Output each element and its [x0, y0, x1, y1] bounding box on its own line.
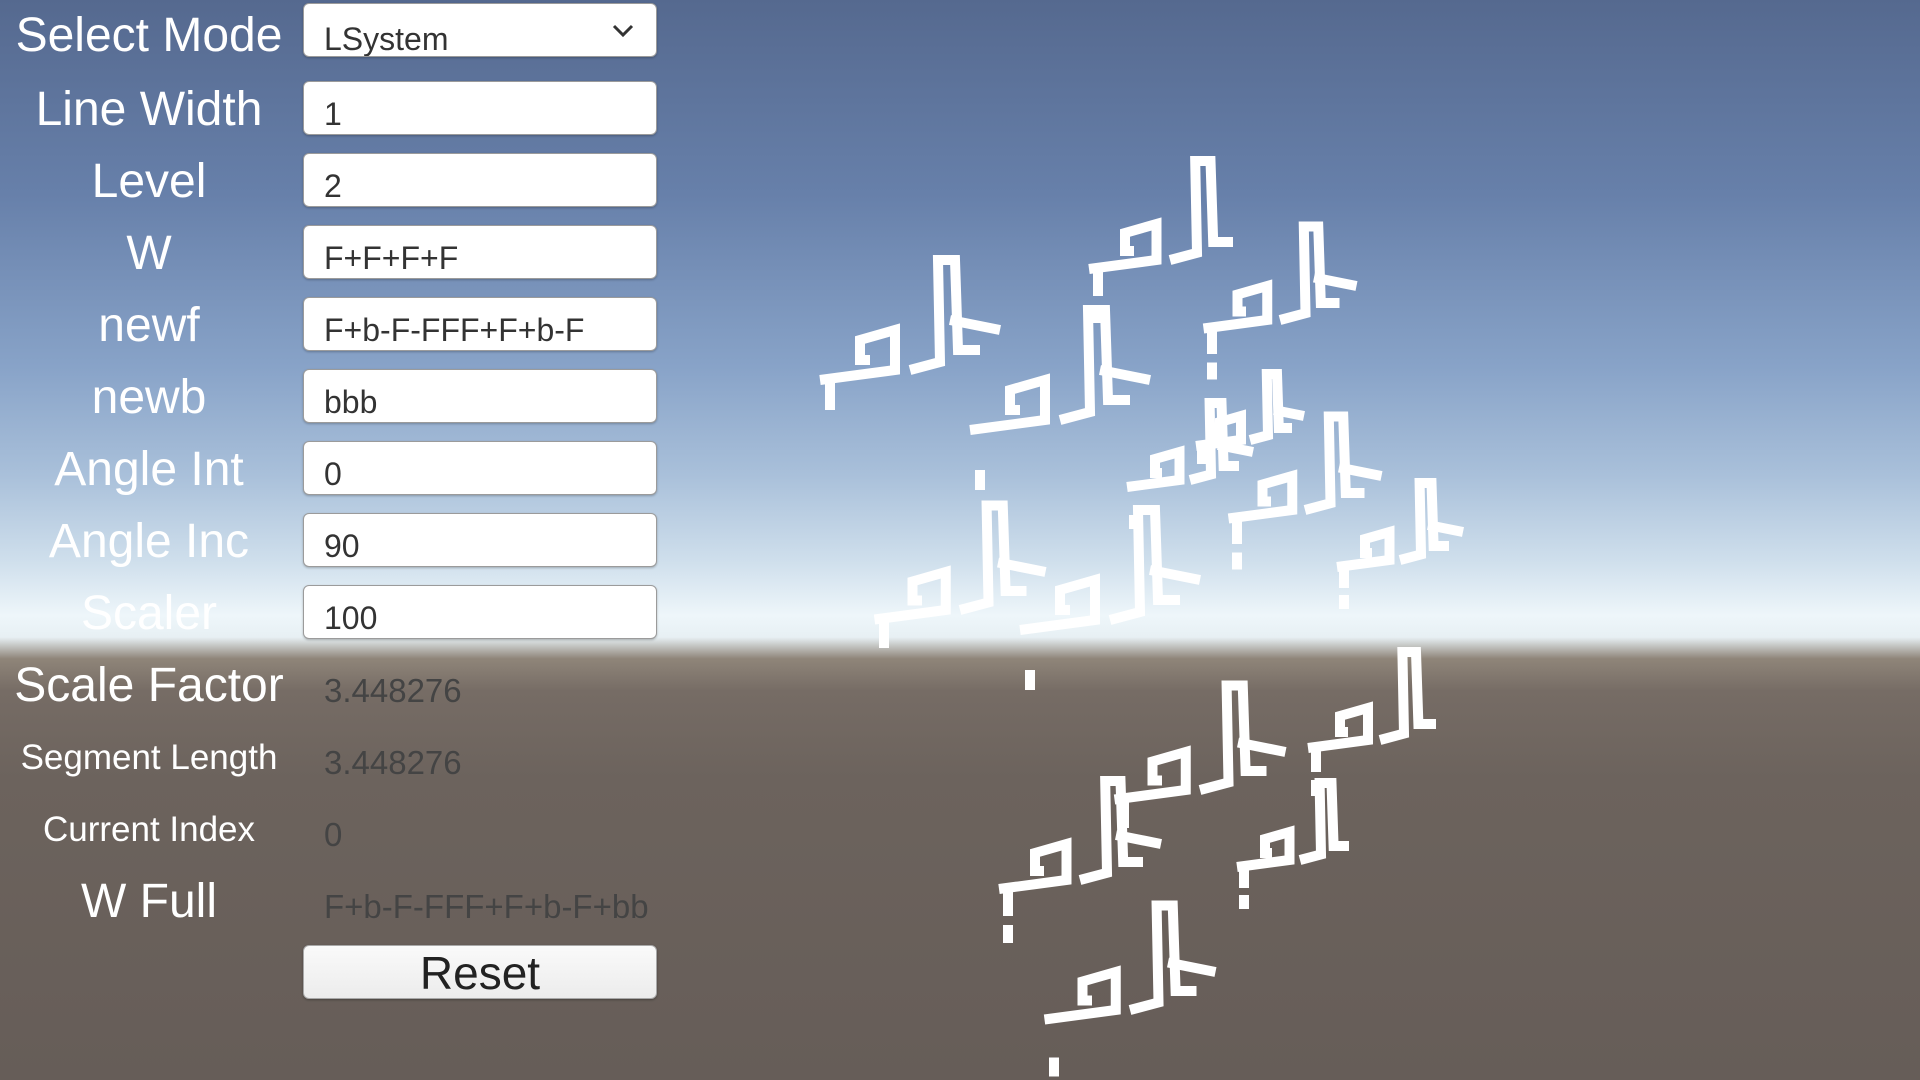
fractal-segment	[1427, 520, 1464, 537]
fractal-segment	[908, 255, 980, 375]
fractal-segment-group	[1088, 156, 1233, 323]
fractal-segment	[1168, 156, 1233, 265]
scale-factor-value: 3.448276	[324, 672, 462, 709]
fractal-segment	[1088, 217, 1162, 274]
fractal-segment	[1058, 305, 1130, 425]
fractal-segment	[1019, 573, 1100, 635]
fractal-segment-group	[1202, 221, 1358, 380]
segment-length-label: Segment Length	[20, 738, 278, 777]
fractal-segment	[1236, 825, 1295, 872]
fractal-segment-group	[998, 776, 1162, 943]
fractal-segment	[1336, 525, 1395, 572]
level-label: Level	[91, 155, 207, 208]
chevron-down-icon	[612, 24, 634, 38]
w-full-label: W Full	[81, 875, 217, 928]
fractal-segment	[1398, 478, 1449, 565]
fractal-segment	[1307, 701, 1373, 753]
fractal-segment	[1202, 279, 1273, 334]
scale-factor-label: Scale Factor	[14, 659, 284, 712]
fractal-segment	[873, 565, 951, 625]
scaler-label: Scaler	[80, 587, 218, 640]
fractal-segment-group	[819, 255, 1001, 410]
fractal-segment	[819, 323, 900, 385]
angle-int-label: Angle Int	[54, 443, 244, 496]
current-index-label: Current Index	[42, 810, 256, 849]
newf-label: newf	[98, 299, 200, 352]
fractal-segment	[1378, 647, 1436, 745]
select-mode-label: Select Mode	[15, 9, 283, 62]
newb-input[interactable]: bbb	[303, 369, 657, 423]
fractal-segment	[1108, 505, 1180, 625]
angle-int-input[interactable]: 0	[303, 441, 657, 495]
level-input[interactable]: 2	[303, 153, 657, 207]
fractal-segment-group	[1019, 505, 1201, 690]
select-mode-dropdown[interactable]: LSystem	[303, 3, 657, 57]
fractal-segment	[1198, 680, 1267, 795]
select-mode-value: LSystem	[324, 21, 449, 57]
fractal-segment	[1227, 469, 1298, 524]
fractal-segment-group	[1307, 647, 1436, 796]
segment-length-value: 3.448276	[324, 744, 462, 781]
w-input[interactable]: F+F+F+F	[303, 225, 657, 279]
w-full-value: F+b-F-FFF+F+b-F+bb	[324, 888, 649, 925]
angle-inc-label: Angle Inc	[48, 515, 250, 568]
newf-input[interactable]: F+b-F-FFF+F+b-F	[303, 297, 657, 351]
reset-button[interactable]: Reset	[303, 945, 657, 999]
fractal-segment-group	[1043, 900, 1217, 1077]
line-width-input[interactable]: 1	[303, 81, 657, 135]
fractal-segment	[1273, 405, 1305, 421]
current-index-value: 0	[324, 816, 343, 853]
fractal-segment-group	[1236, 778, 1349, 909]
fractal-segment	[1303, 411, 1365, 515]
fractal-segment-group	[1113, 680, 1287, 828]
fractal-segment	[1298, 778, 1349, 865]
fractal-segment	[1217, 440, 1254, 457]
newb-label: newb	[91, 371, 207, 424]
fractal-segment	[1278, 221, 1340, 325]
w-label: W	[126, 227, 172, 280]
fractal-segment	[958, 500, 1027, 615]
line-width-label: Line Width	[35, 83, 263, 136]
fractal-segment-group	[1336, 478, 1464, 609]
fractal-segment	[1248, 369, 1292, 445]
angle-inc-input[interactable]: 90	[303, 513, 657, 567]
fractal-segment	[1128, 900, 1197, 1015]
fractal-segment	[1043, 965, 1121, 1025]
fractal-segment	[998, 837, 1072, 894]
fractal-segment	[1126, 445, 1185, 492]
scaler-input[interactable]: 100	[303, 585, 657, 639]
fractal-segment-group	[969, 305, 1151, 490]
fractal-segment	[969, 373, 1050, 435]
